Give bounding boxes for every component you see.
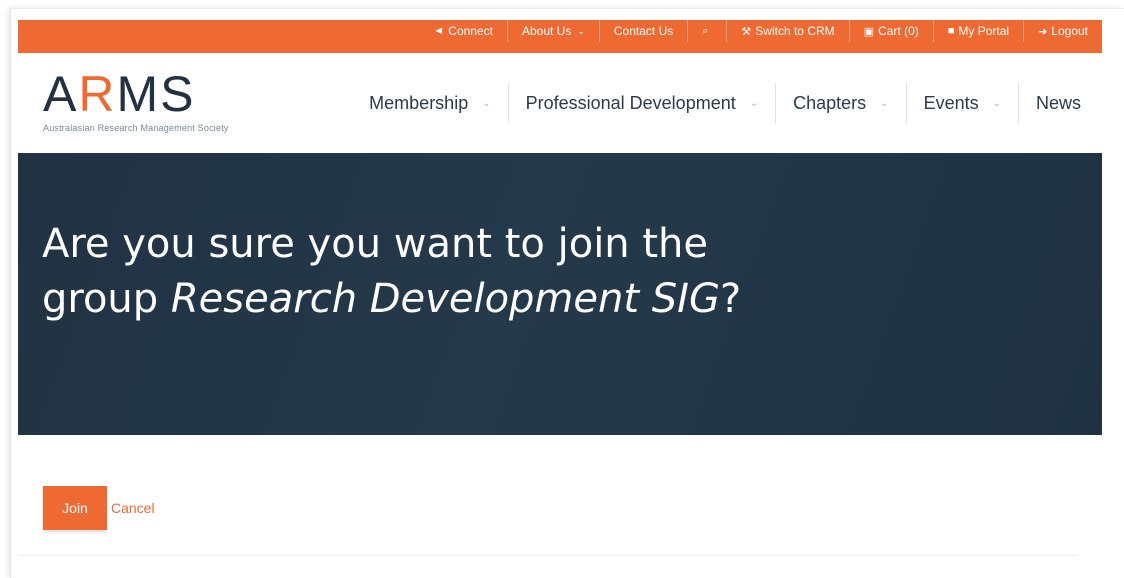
wrench-icon: ⚒ bbox=[741, 25, 752, 38]
nav-chapters-label: Chapters bbox=[793, 92, 867, 113]
connect-label: Connect bbox=[448, 24, 493, 38]
logout-icon: ➜ bbox=[1038, 25, 1048, 38]
switch-to-crm-link[interactable]: ⚒ Switch to CRM bbox=[726, 20, 848, 42]
nav-news[interactable]: News bbox=[1017, 83, 1098, 123]
lock-icon: ■ bbox=[947, 25, 955, 37]
my-portal-label: My Portal bbox=[958, 24, 1010, 38]
nav-professional-development[interactable]: Professional Development ⌄ bbox=[507, 83, 776, 123]
logo-wordmark: A R MS bbox=[43, 69, 273, 119]
title-suffix: ? bbox=[719, 276, 742, 322]
logout-label: Logout bbox=[1051, 24, 1088, 38]
confirm-actions: Join Cancel bbox=[43, 486, 155, 530]
nav-events[interactable]: Events ⌄ bbox=[905, 83, 1018, 123]
arms-logo[interactable]: A R MS Australasian Research Management So… bbox=[43, 69, 273, 139]
contact-us-label: Contact Us bbox=[613, 24, 674, 38]
chevron-down-icon: ⌄ bbox=[880, 97, 889, 109]
group-name: Research Development SIG bbox=[170, 276, 720, 322]
join-button[interactable]: Join bbox=[43, 486, 107, 530]
nav-news-label: News bbox=[1035, 92, 1081, 113]
connect-link[interactable]: ◄ Connect bbox=[419, 20, 507, 42]
nav-membership-label: Membership bbox=[369, 92, 469, 113]
cart-label: Cart (0) bbox=[878, 24, 919, 38]
search-icon: ⌕ bbox=[702, 24, 709, 37]
divider bbox=[18, 555, 1078, 556]
chevron-down-icon: ⌄ bbox=[749, 97, 759, 109]
chevron-down-icon: ⌄ bbox=[992, 97, 1001, 109]
share-icon: ◄ bbox=[433, 25, 445, 37]
nav-chapters[interactable]: Chapters ⌄ bbox=[775, 83, 905, 123]
site-header: A R MS Australasian Research Management So… bbox=[18, 53, 1102, 153]
cart-icon: ▣ bbox=[863, 25, 875, 38]
page-title: Are you sure you want to join the group … bbox=[42, 217, 742, 327]
nav-events-label: Events bbox=[923, 92, 979, 113]
search-button[interactable]: ⌕ bbox=[687, 20, 726, 42]
cancel-link[interactable]: Cancel bbox=[111, 500, 155, 516]
logo-tagline: Australasian Research Management Society bbox=[43, 123, 229, 133]
chevron-down-icon: ⌄ bbox=[577, 25, 585, 36]
logo-letter-a: A bbox=[43, 66, 79, 122]
nav-professional-development-label: Professional Development bbox=[525, 92, 736, 113]
my-portal-link[interactable]: ■ My Portal bbox=[932, 20, 1023, 42]
switch-crm-label: Switch to CRM bbox=[755, 24, 835, 38]
chevron-down-icon: ⌄ bbox=[482, 97, 491, 109]
nav-membership[interactable]: Membership ⌄ bbox=[352, 83, 507, 123]
contact-us-link[interactable]: Contact Us bbox=[598, 20, 687, 42]
hero-banner: Are you sure you want to join the group … bbox=[18, 153, 1102, 435]
utility-bar: ◄ Connect About Us ⌄ Contact Us ⌕ ⚒ Swit… bbox=[18, 20, 1102, 53]
main-navigation: Membership ⌄ Professional Development ⌄ … bbox=[352, 83, 1098, 123]
about-us-label: About Us bbox=[521, 24, 572, 38]
logo-letter-r: R bbox=[78, 66, 117, 122]
about-us-menu[interactable]: About Us ⌄ bbox=[506, 20, 599, 42]
logo-letters-ms: MS bbox=[116, 66, 196, 122]
logout-link[interactable]: ➜ Logout bbox=[1023, 20, 1102, 42]
cart-link[interactable]: ▣ Cart (0) bbox=[848, 20, 933, 42]
